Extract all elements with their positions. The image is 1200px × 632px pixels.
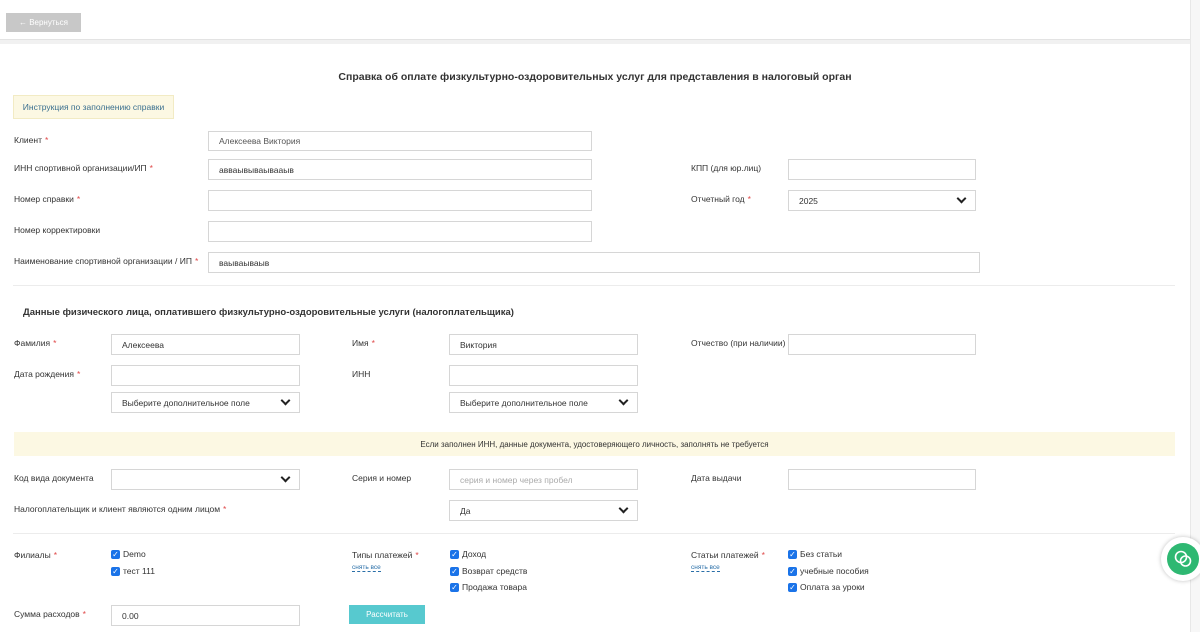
- chat-icon: [1167, 543, 1199, 575]
- branch-checkbox[interactable]: ✓ Demo: [111, 549, 146, 559]
- branch-checkbox[interactable]: ✓ тест 111: [111, 566, 155, 576]
- payment-item-checkbox[interactable]: ✓ Оплата за уроки: [788, 582, 865, 592]
- org-inn-field[interactable]: авваывываывааыв: [208, 159, 592, 180]
- payer-inn-label: ИНН: [352, 369, 371, 379]
- payment-type-checkbox[interactable]: ✓ Возврат средств: [450, 566, 527, 576]
- birth-date-field[interactable]: [111, 365, 300, 386]
- org-inn-label: ИНН спортивной организации/ИП *: [14, 163, 153, 173]
- payer-section-title: Данные физического лица, оплатившего физ…: [23, 307, 514, 318]
- sum-label: Сумма расходов *: [14, 609, 86, 619]
- same-person-value: Да: [460, 505, 471, 516]
- patronymic-field[interactable]: [788, 334, 976, 355]
- issue-date-field[interactable]: [788, 469, 976, 490]
- series-label: Серия и номер: [352, 473, 412, 483]
- payment-types-clear-link[interactable]: снять все: [352, 564, 381, 572]
- birth-date-label: Дата рождения *: [14, 369, 81, 379]
- client-field[interactable]: Алексеева Виктория: [208, 131, 592, 151]
- cert-number-label: Номер справки *: [14, 194, 81, 204]
- same-person-label: Налогоплательщик и клиент являются одним…: [14, 504, 227, 514]
- kpp-label: КПП (для юр.лиц): [691, 163, 762, 173]
- payment-type-checkbox[interactable]: ✓ Продажа товара: [450, 582, 527, 592]
- doc-code-label: Код вида документа: [14, 473, 94, 483]
- checkbox-checked-icon: ✓: [450, 582, 459, 592]
- chevron-down-icon: [956, 193, 967, 204]
- checkbox-checked-icon: ✓: [788, 582, 797, 592]
- chevron-down-icon: [618, 503, 629, 514]
- kpp-field[interactable]: [788, 159, 976, 180]
- org-name-label: Наименование спортивной организации / ИП…: [14, 256, 199, 266]
- chevron-down-icon: [280, 472, 291, 483]
- payment-item-checkbox[interactable]: ✓ учебные пособия: [788, 566, 869, 576]
- calculate-button[interactable]: Рассчитать: [349, 605, 425, 624]
- org-name-field[interactable]: ваываываыв: [208, 252, 980, 273]
- cert-number-field[interactable]: [208, 190, 592, 211]
- top-bar: ← Вернуться: [0, 0, 1190, 40]
- sum-field[interactable]: 0.00: [111, 605, 300, 626]
- checkbox-checked-icon: ✓: [788, 566, 797, 576]
- instruction-button[interactable]: Инструкция по заполнению справки: [13, 95, 174, 119]
- name-field[interactable]: Виктория: [449, 334, 638, 355]
- doc-code-select[interactable]: [111, 469, 300, 490]
- scrollbar[interactable]: [1190, 0, 1200, 632]
- checkbox-checked-icon: ✓: [111, 566, 120, 576]
- checkbox-checked-icon: ✓: [788, 549, 797, 559]
- year-value: 2025: [799, 195, 818, 206]
- surname-label: Фамилия *: [14, 338, 57, 348]
- chevron-down-icon: [618, 395, 629, 406]
- year-label: Отчетный год *: [691, 194, 751, 204]
- extra-field-value-2: Выберите дополнительное поле: [460, 397, 588, 408]
- extra-field-select-2[interactable]: Выберите дополнительное поле: [449, 392, 638, 413]
- payment-items-clear-link[interactable]: снять все: [691, 564, 720, 572]
- name-label: Имя *: [352, 338, 375, 348]
- page-title: Справка об оплате физкультурно-оздоровит…: [338, 71, 852, 83]
- series-input[interactable]: серия и номер через пробел: [449, 469, 638, 490]
- checkbox-checked-icon: ✓: [111, 549, 120, 559]
- patronymic-label: Отчество (при наличии): [691, 338, 786, 348]
- extra-field-select-1[interactable]: Выберите дополнительное поле: [111, 392, 300, 413]
- inn-notice: Если заполнен ИНН, данные документа, удо…: [14, 432, 1175, 456]
- branches-label: Филиалы *: [14, 550, 58, 560]
- extra-field-value-1: Выберите дополнительное поле: [122, 397, 250, 408]
- surname-field[interactable]: Алексеева: [111, 334, 300, 355]
- payment-item-checkbox[interactable]: ✓ Без статьи: [788, 549, 842, 559]
- client-label: Клиент *: [14, 135, 49, 145]
- payer-inn-field[interactable]: [449, 365, 638, 386]
- checkbox-checked-icon: ✓: [450, 566, 459, 576]
- correction-field[interactable]: [208, 221, 592, 242]
- checkbox-checked-icon: ✓: [450, 549, 459, 559]
- year-select[interactable]: 2025: [788, 190, 976, 211]
- issue-date-label: Дата выдачи: [691, 473, 742, 483]
- correction-label: Номер корректировки: [14, 225, 101, 235]
- chevron-down-icon: [280, 395, 291, 406]
- payment-items-label: Статьи платежей *: [691, 550, 765, 560]
- divider: [13, 285, 1175, 286]
- divider: [13, 533, 1175, 534]
- chat-button[interactable]: [1161, 537, 1200, 581]
- payment-types-label: Типы платежей *: [352, 550, 419, 560]
- same-person-select[interactable]: Да: [449, 500, 638, 521]
- back-button[interactable]: ← Вернуться: [6, 13, 81, 32]
- payment-type-checkbox[interactable]: ✓ Доход: [450, 549, 486, 559]
